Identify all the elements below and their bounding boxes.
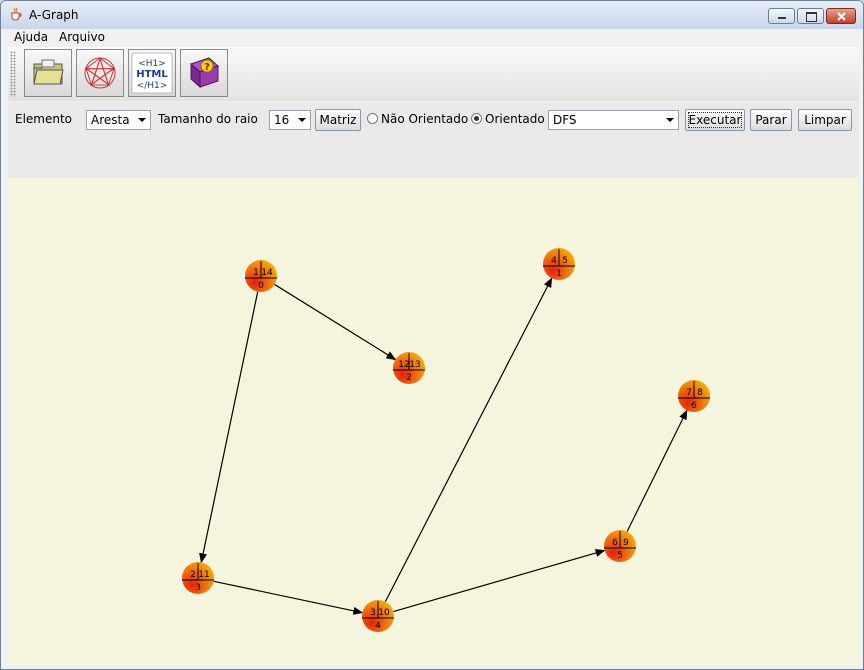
- window-title: A-Graph: [29, 8, 79, 22]
- raio-label: Tamanho do raio: [158, 112, 258, 126]
- graph-node-4[interactable]: 3 10 4: [362, 600, 394, 632]
- graph-edge-0-2[interactable]: [274, 283, 397, 361]
- menu-arquivo[interactable]: Arquivo: [59, 30, 105, 44]
- chevron-down-icon: [138, 118, 146, 122]
- help-button[interactable]: ?: [180, 49, 228, 97]
- elemento-select-value: Aresta: [91, 113, 130, 127]
- menu-ajuda[interactable]: Ajuda: [14, 30, 48, 44]
- html-export-button[interactable]: <H1> HTML </H1>: [128, 49, 176, 97]
- node-finish-time: 11: [198, 570, 209, 580]
- folder-open-icon: [33, 59, 64, 85]
- html-export-icon: <H1> HTML </H1>: [131, 52, 173, 94]
- node-finish-time: 13: [409, 360, 420, 370]
- algorithm-select-value: DFS: [553, 113, 577, 127]
- node-discovery-time: 6: [612, 538, 618, 548]
- toolbar: <H1> HTML </H1> ?: [8, 47, 859, 101]
- node-id-label: 5: [617, 551, 623, 561]
- node-discovery-time: 3: [370, 608, 376, 618]
- chevron-down-icon: [298, 118, 306, 122]
- help-book-icon: ?: [190, 57, 219, 89]
- orientado-label[interactable]: Orientado: [485, 112, 545, 126]
- node-discovery-time: 7: [686, 388, 692, 398]
- node-finish-time: 14: [261, 268, 273, 278]
- node-finish-time: 5: [562, 256, 568, 266]
- elemento-select[interactable]: Aresta: [86, 110, 151, 130]
- node-discovery-time: 1: [253, 268, 259, 278]
- graph-node-3[interactable]: 2 11 3: [182, 562, 214, 594]
- open-file-button[interactable]: [24, 49, 72, 97]
- limpar-button[interactable]: Limpar: [798, 109, 852, 131]
- graph-drawing[interactable]: 1 1404 5112 1322 1133 1046 957 86: [8, 178, 859, 666]
- node-id-label: 3: [195, 583, 201, 593]
- maximize-button[interactable]: [797, 8, 824, 24]
- chevron-down-icon: [666, 118, 674, 122]
- graph-edge-4-5[interactable]: [393, 549, 606, 613]
- parar-button-label: Parar: [755, 113, 787, 127]
- close-icon: [837, 12, 846, 21]
- graph-node-6[interactable]: 7 86: [678, 380, 710, 412]
- algorithm-select[interactable]: DFS: [548, 110, 679, 130]
- graph-edge-0-3[interactable]: [199, 291, 259, 564]
- title-bar[interactable]: A-Graph: [1, 1, 863, 29]
- html-close-tag-text: </H1>: [137, 81, 168, 91]
- graph-node-0[interactable]: 1 14 0: [245, 260, 277, 292]
- minimize-icon: [778, 17, 786, 19]
- graph-button[interactable]: [76, 49, 124, 97]
- node-discovery-time: 4: [551, 256, 557, 266]
- parar-button[interactable]: Parar: [750, 109, 792, 131]
- node-finish-time: 8: [697, 388, 703, 398]
- node-discovery-time: 2: [190, 570, 196, 580]
- node-id-label: 6: [691, 401, 697, 411]
- graph-edge-4-1[interactable]: [384, 277, 553, 603]
- help-question-text: ?: [204, 62, 210, 73]
- limpar-button-label: Limpar: [804, 113, 846, 127]
- menu-bar: Ajuda Arquivo: [1, 29, 863, 47]
- nao-orientado-label[interactable]: Não Orientado: [381, 112, 468, 126]
- app-window: A-Graph Ajuda Arquivo <H1> HTML </H1> ? …: [0, 0, 864, 670]
- maximize-icon: [806, 12, 817, 22]
- html-word-text: HTML: [136, 69, 168, 80]
- node-id-label: 2: [406, 373, 412, 383]
- graph-edge-5-6[interactable]: [626, 409, 688, 532]
- node-discovery-time: 12: [398, 360, 409, 370]
- matriz-button-label: Matriz: [319, 113, 357, 127]
- executar-button[interactable]: Executar: [685, 109, 745, 131]
- graph-edge-3-4[interactable]: [213, 580, 364, 615]
- raio-select-value: 16: [274, 113, 290, 127]
- close-button[interactable]: [826, 8, 856, 24]
- pentagram-graph-icon: [84, 57, 116, 89]
- node-finish-time: 9: [623, 538, 629, 548]
- nao-orientado-radio[interactable]: [367, 113, 378, 124]
- node-id-label: 4: [375, 621, 381, 631]
- toolbar-grip[interactable]: [10, 51, 16, 97]
- matriz-button[interactable]: Matriz: [315, 109, 361, 131]
- graph-node-1[interactable]: 4 51: [543, 248, 575, 280]
- node-finish-time: 10: [378, 608, 390, 618]
- node-id-label: 1: [556, 269, 562, 279]
- executar-button-label: Executar: [687, 112, 743, 128]
- minimize-button[interactable]: [768, 8, 795, 24]
- graph-node-2[interactable]: 12 13 2: [393, 352, 425, 384]
- raio-select[interactable]: 16: [269, 110, 311, 130]
- html-open-tag-text: <H1>: [138, 59, 166, 69]
- graph-node-5[interactable]: 6 95: [604, 530, 636, 562]
- orientado-radio[interactable]: [471, 113, 482, 124]
- graph-canvas[interactable]: 1 14 0 4 5 1 12 13 2 2 11 3 3 10 4 6 9 5 7 8 6: [8, 178, 859, 666]
- elemento-label: Elemento: [15, 112, 73, 126]
- controls-panel: Elemento Aresta Tamanho do raio 16 Matri…: [8, 102, 859, 178]
- node-id-label: 0: [258, 281, 264, 291]
- java-cup-icon: [11, 7, 22, 21]
